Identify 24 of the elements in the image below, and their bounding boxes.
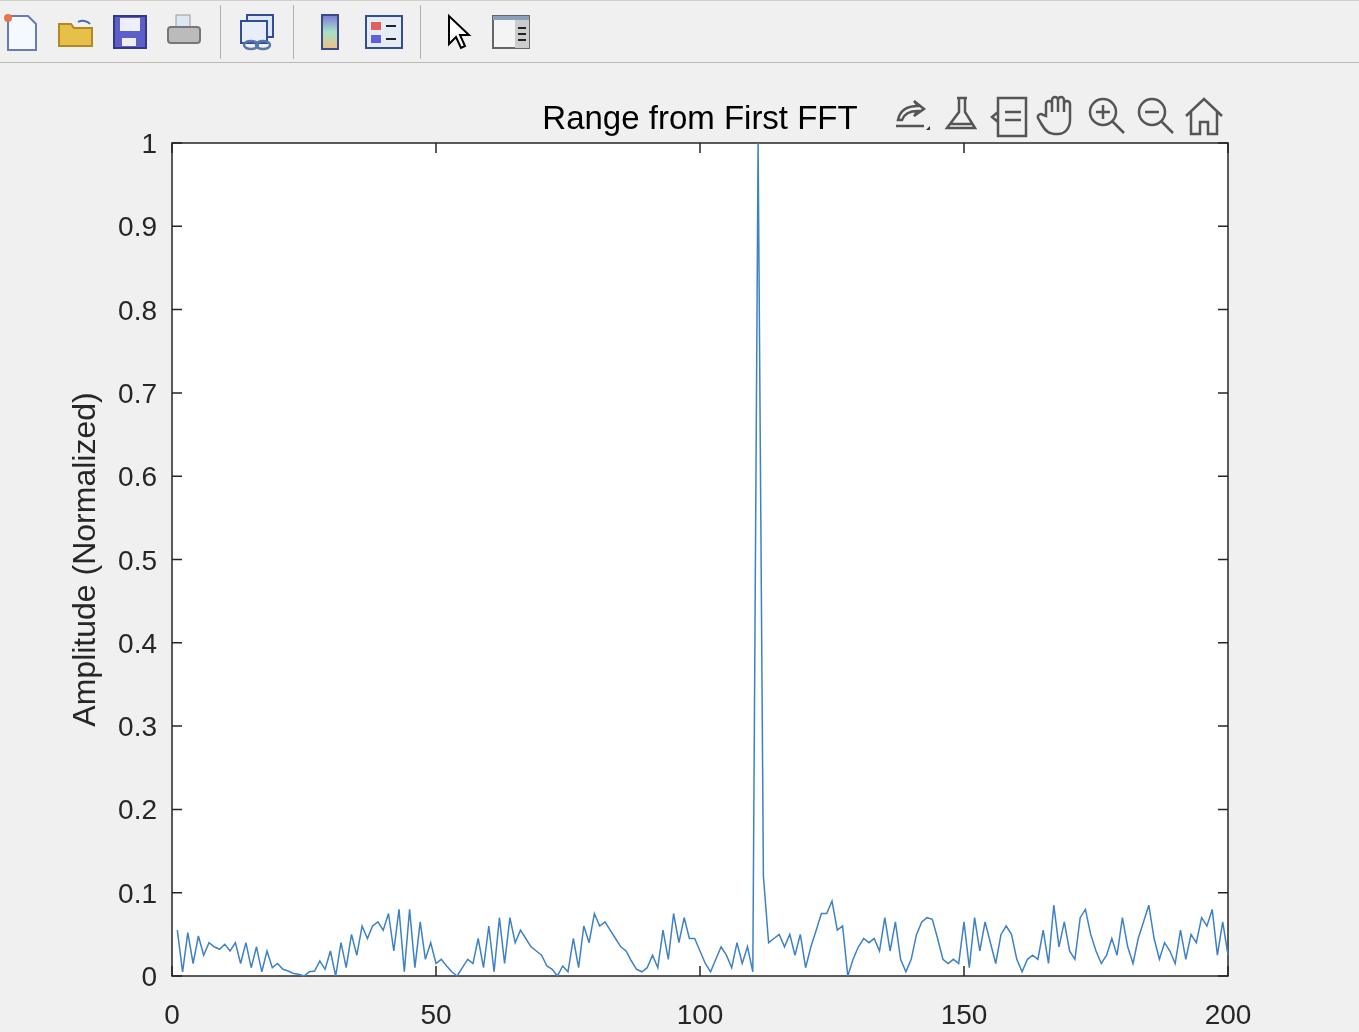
x-tick-label: 200: [1204, 999, 1252, 1030]
y-tick-label: 1: [141, 128, 157, 159]
x-tick-label: 100: [676, 999, 724, 1030]
y-tick-label: 0.6: [118, 461, 157, 493]
chart-title: Range from First FFT: [542, 99, 858, 136]
hand-icon[interactable]: [1036, 95, 1072, 136]
x-tick-label: 150: [940, 999, 988, 1030]
y-tick-label: 0: [141, 961, 157, 992]
y-tick-label: 0.3: [118, 711, 157, 743]
home-icon[interactable]: [1184, 97, 1224, 136]
zoom-in-icon[interactable]: [1088, 97, 1126, 135]
x-tick-label: 50: [420, 999, 452, 1030]
y-tick-label: 0.7: [118, 377, 157, 409]
x-tick-label: 0: [164, 999, 180, 1030]
y-tick-label: 0.2: [118, 794, 157, 826]
y-tick-label: 0.4: [118, 627, 157, 659]
linked-windows-icon[interactable]: [237, 11, 277, 52]
y-tick-label: 0.1: [118, 877, 157, 909]
zoom-out-icon[interactable]: [1137, 97, 1175, 135]
data-tips-icon[interactable]: [990, 96, 1028, 138]
y-axis-label: Amplitude (Normalized): [66, 392, 102, 727]
y-tick-label: 0.5: [118, 544, 157, 576]
y-tick-label: 0.8: [118, 294, 157, 326]
y-tick-label: 0.9: [118, 211, 157, 243]
